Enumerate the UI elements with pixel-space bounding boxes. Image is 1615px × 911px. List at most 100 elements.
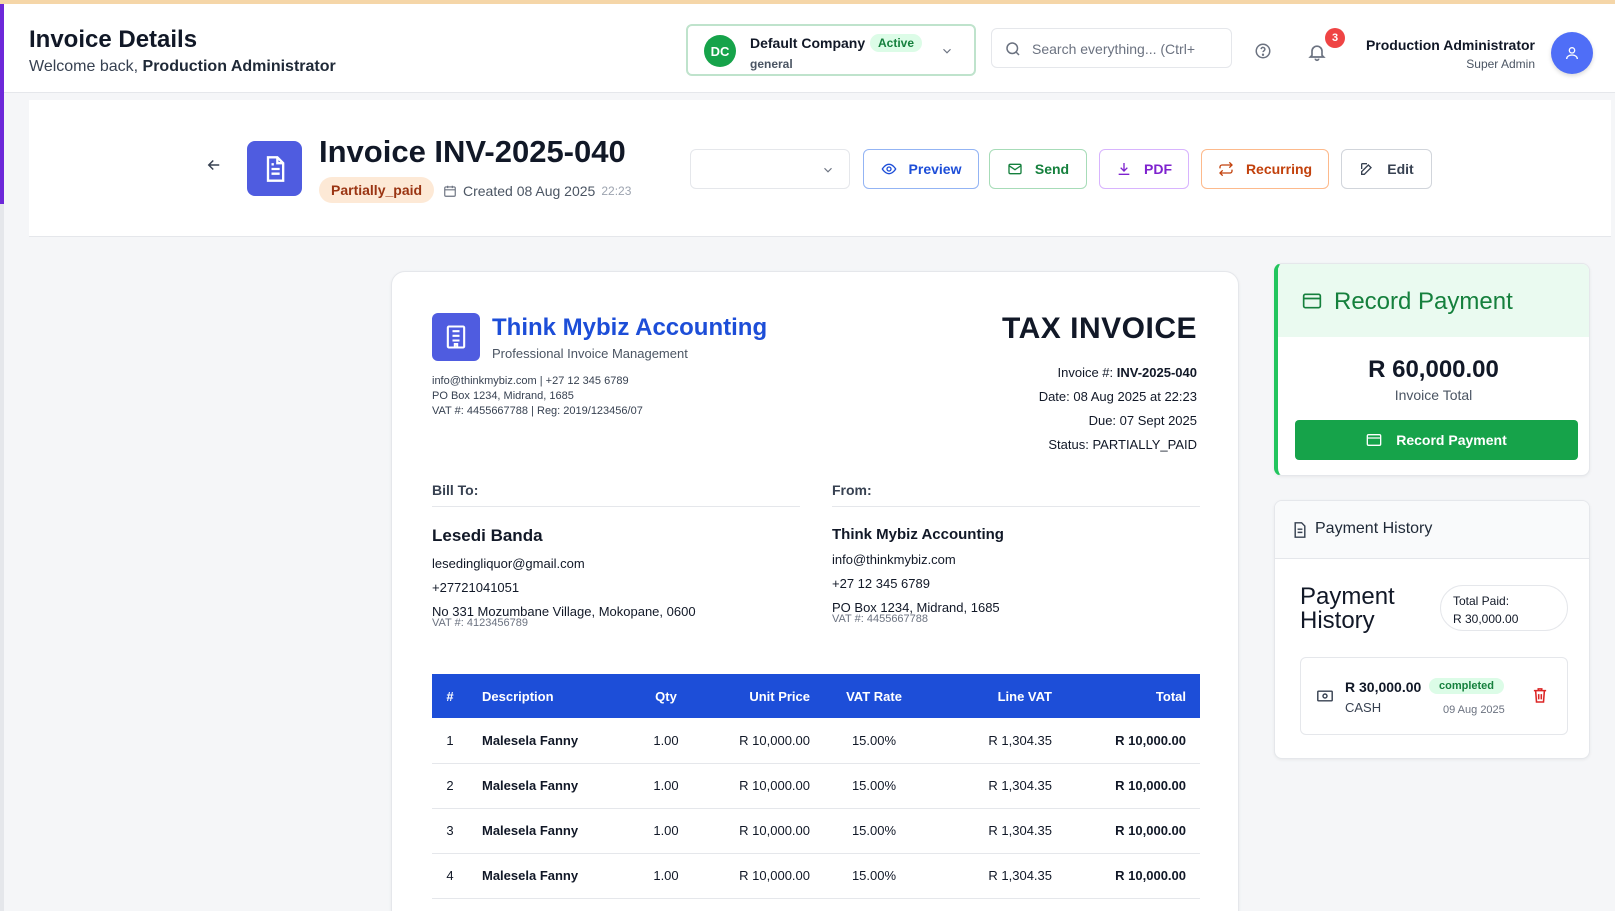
preview-button[interactable]: Preview [863,149,979,189]
business-address-line: PO Box 1234, Midrand, 1685 [432,390,574,402]
payment-history-header: Payment History [1275,501,1589,559]
bell-icon[interactable] [1307,42,1327,62]
global-search[interactable] [991,28,1232,68]
help-icon[interactable] [1254,42,1272,60]
welcome-user: Production Administrator [142,58,336,75]
send-label: Send [1034,161,1070,177]
payment-date: 09 Aug 2025 [1443,704,1505,716]
recurring-label: Recurring [1245,161,1313,177]
cell-line-vat: R 1,304.35 [924,853,1066,899]
invoice-document: Think Mybiz Accounting Professional Invo… [391,271,1239,911]
welcome-prefix: Welcome back, [29,58,143,75]
cell-number: 2 [432,763,468,809]
bill-to-vat: VAT #: 4123456789 [432,617,529,629]
bill-to-name: Lesedi Banda [432,526,543,545]
building-icon [446,325,466,349]
from-phone: +27 12 345 6789 [832,576,930,591]
business-contact-line: info@thinkmybiz.com | +27 12 345 6789 [432,375,629,387]
document-icon [266,155,284,182]
invoice-toolbar: Invoice INV-2025-040 Partially_paid Crea… [29,100,1611,237]
download-icon [1118,163,1130,175]
invoice-total-label: Invoice Total [1394,387,1473,403]
table-header-row: # Description Qty Unit Price VAT Rate Li… [432,674,1200,718]
cell-description: Malesela Fanny [468,853,628,899]
status-badge: Partially_paid [319,177,435,203]
cell-qty: 1.00 [628,853,704,899]
from-email: info@thinkmybiz.com [832,552,956,567]
edit-label: Edit [1387,161,1414,177]
invoice-due: Due: 07 Sept 2025 [1088,413,1197,428]
payment-history-header-title: Payment History [1315,520,1433,537]
bill-to-email: lesedingliquor@gmail.com [432,556,585,571]
sidebar-edge-line [0,204,4,911]
payment-history-panel: Payment History Payment History Total Pa… [1274,500,1590,759]
invoice-meta: Invoice #: INV-2025-040 Date: 08 Aug 202… [1039,361,1197,457]
table-row: 2 Malesela Fanny 1.00 R 10,000.00 15.00%… [432,763,1200,809]
back-arrow-icon[interactable] [205,156,223,174]
from-heading: From: [832,482,1200,507]
cell-total: R 10,000.00 [1066,718,1200,764]
recurring-button[interactable]: Recurring [1201,149,1329,189]
table-row: 4 Malesela Fanny 1.00 R 10,000.00 15.00%… [432,853,1200,899]
col-unit-price: Unit Price [704,674,824,718]
invoice-status: Status: PARTIALLY_PAID [1048,437,1197,452]
cell-description: Malesela Fanny [468,763,628,809]
pdf-label: PDF [1144,161,1172,177]
cash-icon [1317,690,1333,702]
record-payment-button[interactable]: Record Payment [1295,420,1578,460]
document-title: TAX INVOICE [1002,312,1197,345]
bill-to-phone: +27721041051 [432,580,520,595]
invoice-title: Invoice INV-2025-040 [319,134,626,169]
payment-amount: R 30,000.00 [1345,679,1422,695]
cell-number: 1 [432,718,468,764]
send-button[interactable]: Send [989,149,1087,189]
col-qty: Qty [628,674,704,718]
cell-qty: 1.00 [628,763,704,809]
cell-total: R 10,000.00 [1066,853,1200,899]
bill-to-heading: Bill To: [432,482,800,507]
status-select[interactable] [690,149,850,189]
from-name: Think Mybiz Accounting [832,526,1004,543]
business-name: Think Mybiz Accounting [492,314,768,341]
receipt-icon [1294,522,1306,538]
company-name: Default Company [750,35,866,51]
cell-qty: 1.00 [628,718,704,764]
credit-card-icon [1366,434,1382,446]
search-input[interactable] [1032,37,1222,61]
cell-line-vat: R 1,304.35 [924,763,1066,809]
chevron-down-icon [943,48,951,54]
created-date: Created 08 Aug 2025 22:23 [443,183,631,199]
cell-vat-rate: 15.00% [824,763,924,809]
invoice-document-icon [247,141,302,196]
welcome-text: Welcome back, Production Administrator [29,58,336,76]
total-paid-badge: Total Paid: R 30,000.00 [1440,585,1568,631]
pdf-button[interactable]: PDF [1099,149,1189,189]
record-payment-title: Record Payment [1334,288,1513,315]
edit-button[interactable]: Edit [1341,149,1432,189]
table-row: 3 Malesela Fanny 1.00 R 10,000.00 15.00%… [432,808,1200,854]
chevron-down-icon [824,167,832,173]
cell-unit-price: R 10,000.00 [704,763,824,809]
trash-icon[interactable] [1533,687,1547,703]
cell-number: 3 [432,808,468,854]
user-avatar[interactable] [1551,32,1593,74]
invoice-number: Invoice #: INV-2025-040 [1057,365,1198,380]
payment-entry: R 30,000.00 CASH completed 09 Aug 2025 [1300,657,1568,735]
company-switcher[interactable]: DC Default Company Active general [686,24,976,76]
business-vat-line: VAT #: 4455667788 | Reg: 2019/123456/07 [432,405,643,417]
business-contact: info@thinkmybiz.com | +27 12 345 6789 PO… [432,374,643,419]
col-description: Description [468,674,628,718]
business-logo [432,313,480,361]
col-line-vat: Line VAT [924,674,1066,718]
edit-icon [1361,163,1373,175]
search-icon [1006,42,1020,56]
total-paid-label: Total Paid: [1453,594,1510,608]
company-status-badge: Active [870,34,923,52]
total-paid-value: R 30,000.00 [1453,612,1519,626]
cell-unit-price: R 10,000.00 [704,808,824,854]
business-tagline: Professional Invoice Management [492,346,688,361]
from-details: info@thinkmybiz.com +27 12 345 6789 PO B… [832,548,1000,620]
cell-vat-rate: 15.00% [824,808,924,854]
cell-vat-rate: 15.00% [824,853,924,899]
company-avatar: DC [704,35,736,67]
